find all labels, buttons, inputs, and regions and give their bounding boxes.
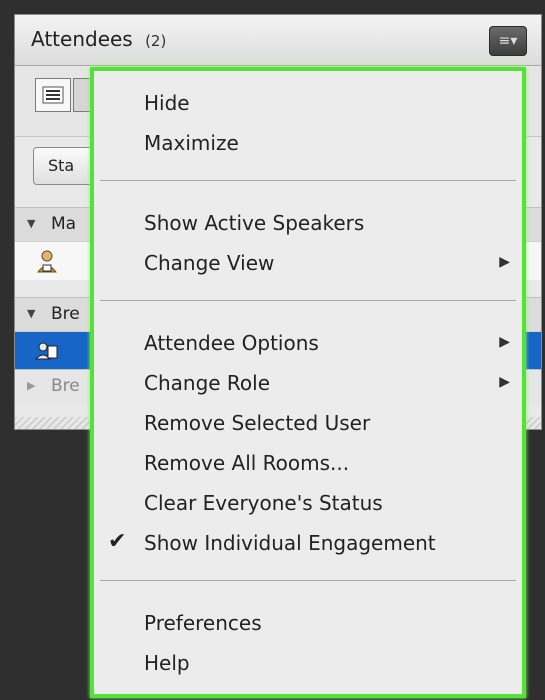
menu-item-label: Change View <box>144 251 275 275</box>
attendee-count: (2) <box>145 32 167 50</box>
menu-item-show-active-speakers[interactable]: Show Active Speakers <box>94 205 522 243</box>
menu-item-label: Preferences <box>144 611 262 635</box>
checkmark-icon: ✔ <box>108 529 127 554</box>
pod-options-button[interactable]: ≡▾ <box>489 26 527 56</box>
menu-item-label: Remove Selected User <box>144 411 371 435</box>
expand-triangle-icon[interactable]: ▼ <box>27 217 35 230</box>
pod-options-menu: Hide Maximize Show Active Speakers Chang… <box>90 67 526 698</box>
menu-item-label: Attendee Options <box>144 331 319 355</box>
menu-item-preferences[interactable]: Preferences <box>94 605 522 643</box>
menu-item-maximize[interactable]: Maximize <box>94 125 522 163</box>
menu-item-hide[interactable]: Hide <box>94 85 522 123</box>
menu-item-help[interactable]: Help <box>94 645 522 683</box>
list-view-icon <box>42 86 64 104</box>
expand-triangle-icon[interactable]: ▼ <box>27 307 35 320</box>
menu-separator <box>100 180 516 181</box>
menu-item-label: Hide <box>144 91 190 115</box>
submenu-arrow-icon: ▶ <box>499 334 510 350</box>
menu-separator <box>100 300 516 301</box>
pod-title-text: Attendees <box>31 27 133 51</box>
section-label: Bre <box>51 376 80 396</box>
status-button-label: Sta <box>48 156 75 175</box>
submenu-arrow-icon: ▶ <box>499 374 510 390</box>
submenu-arrow-icon: ▶ <box>499 254 510 270</box>
list-view-button[interactable] <box>35 78 71 112</box>
menu-item-label: Change Role <box>144 371 271 395</box>
section-label: Bre <box>51 304 80 324</box>
menu-item-change-view[interactable]: Change View ▶ <box>94 245 522 283</box>
menu-item-label: Show Active Speakers <box>144 211 365 235</box>
menu-item-attendee-options[interactable]: Attendee Options ▶ <box>94 325 522 363</box>
list-menu-icon: ≡▾ <box>498 33 518 49</box>
menu-item-remove-selected-user[interactable]: Remove Selected User <box>94 405 522 443</box>
pod-header: Attendees (2) ≡▾ <box>15 15 541 66</box>
pod-title: Attendees (2) <box>31 27 166 51</box>
presenter-avatar-icon <box>35 342 58 360</box>
menu-item-label: Maximize <box>144 131 239 155</box>
collapsed-triangle-icon[interactable]: ▶ <box>27 379 35 392</box>
menu-item-label: Help <box>144 651 190 675</box>
menu-separator <box>100 580 516 581</box>
menu-item-change-role[interactable]: Change Role ▶ <box>94 365 522 403</box>
host-avatar-icon <box>36 250 58 273</box>
menu-item-show-individual-engagement[interactable]: ✔ Show Individual Engagement <box>94 525 522 563</box>
menu-item-label: Clear Everyone's Status <box>144 491 383 515</box>
section-label: Ma <box>51 214 77 234</box>
menu-item-remove-all-rooms[interactable]: Remove All Rooms... <box>94 445 522 483</box>
menu-item-label: Show Individual Engagement <box>144 531 436 555</box>
menu-item-label: Remove All Rooms... <box>144 451 350 475</box>
menu-item-clear-everyones-status[interactable]: Clear Everyone's Status <box>94 485 522 523</box>
